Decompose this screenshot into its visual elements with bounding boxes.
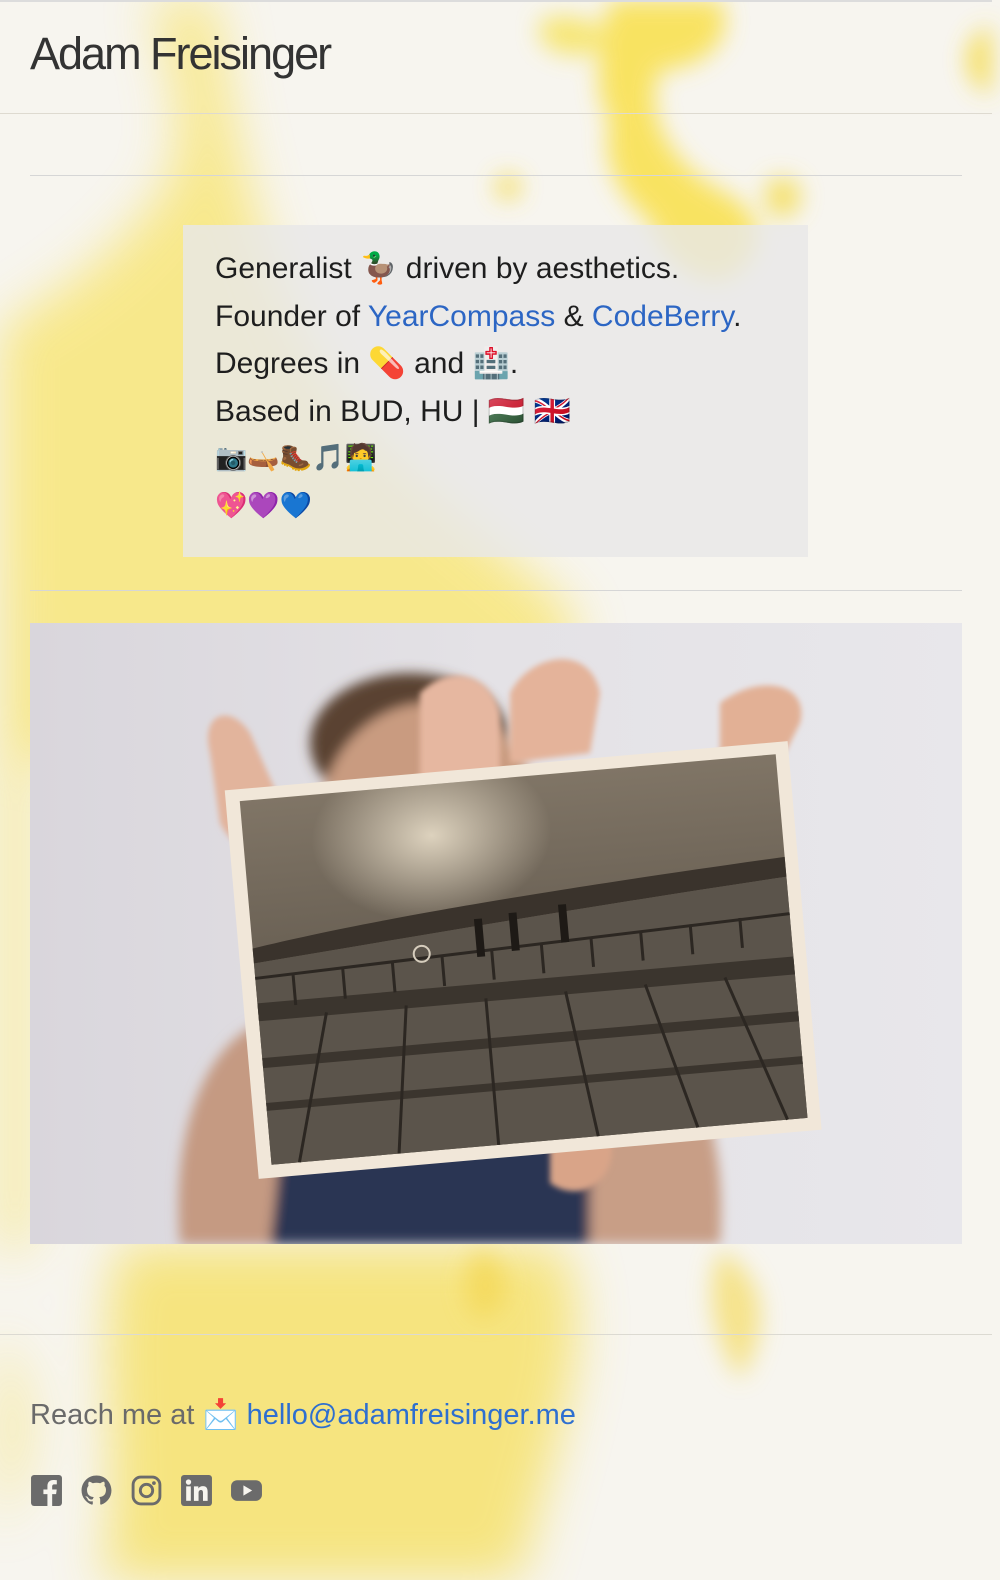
- bio-text: &: [563, 299, 584, 333]
- bio-text: .: [509, 347, 519, 380]
- facebook-link[interactable]: [30, 1474, 63, 1507]
- bio-line-location: Based in BUD, HU | 🇭🇺 🇬🇧: [215, 388, 776, 436]
- contact-label: Reach me at: [30, 1399, 195, 1431]
- email-link[interactable]: hello@adamfreisinger.me: [247, 1399, 576, 1431]
- github-link[interactable]: [80, 1474, 113, 1507]
- site-title-link[interactable]: Adam Freisinger: [30, 28, 332, 80]
- linkedin-link[interactable]: [180, 1474, 213, 1507]
- codeberry-link[interactable]: CodeBerry: [592, 300, 733, 333]
- hobbies-emoji-row: 📷🛶🥾🎵🧑‍💻: [215, 443, 377, 473]
- contact-line: Reach me at 📩 hello@adamfreisinger.me: [30, 1398, 576, 1432]
- photo-illustration: [30, 623, 962, 1244]
- bio-text: .: [733, 299, 742, 333]
- footer-divider: [0, 1334, 992, 1335]
- instagram-icon: [131, 1475, 162, 1506]
- github-icon: [81, 1475, 112, 1505]
- page: Adam Freisinger Generalist 🦆 driven by a…: [0, 0, 1000, 1580]
- envelope-emoji: 📩: [202, 1399, 239, 1431]
- bio-line-founder: Founder of YearCompass & CodeBerry.: [215, 293, 776, 341]
- hearts-emoji-row: 💖💜💙: [215, 490, 313, 521]
- youtube-icon: [231, 1480, 262, 1501]
- bio-text: Based in BUD, HU |: [215, 394, 480, 428]
- hero-photo: [30, 623, 962, 1244]
- pill-emoji: 💊: [368, 347, 406, 380]
- bio-text: Degrees in: [215, 347, 361, 380]
- divider-top: [30, 175, 962, 176]
- site-header: Adam Freisinger: [0, 0, 992, 114]
- bio-text: driven by aesthetics.: [405, 252, 680, 285]
- bio-text: and: [414, 347, 465, 380]
- bio-text: Founder of: [215, 299, 361, 333]
- hospital-emoji: 🏥: [472, 347, 510, 380]
- youtube-link[interactable]: [230, 1474, 263, 1507]
- duck-emoji: 🦆: [360, 252, 398, 285]
- flags-emoji: 🇭🇺 🇬🇧: [487, 394, 571, 428]
- bio-line-generalist: Generalist 🦆 driven by aesthetics.: [215, 245, 776, 293]
- instagram-link[interactable]: [130, 1474, 163, 1507]
- linkedin-icon: [181, 1475, 212, 1506]
- facebook-icon: [31, 1475, 62, 1506]
- bio-card: Generalist 🦆 driven by aesthetics. Found…: [183, 225, 808, 557]
- divider-middle: [30, 590, 962, 591]
- bio-text: Generalist: [215, 252, 352, 285]
- social-links: [30, 1474, 263, 1507]
- bio-line-degrees: Degrees in 💊 and 🏥.: [215, 340, 776, 388]
- yearcompass-link[interactable]: YearCompass: [368, 300, 555, 333]
